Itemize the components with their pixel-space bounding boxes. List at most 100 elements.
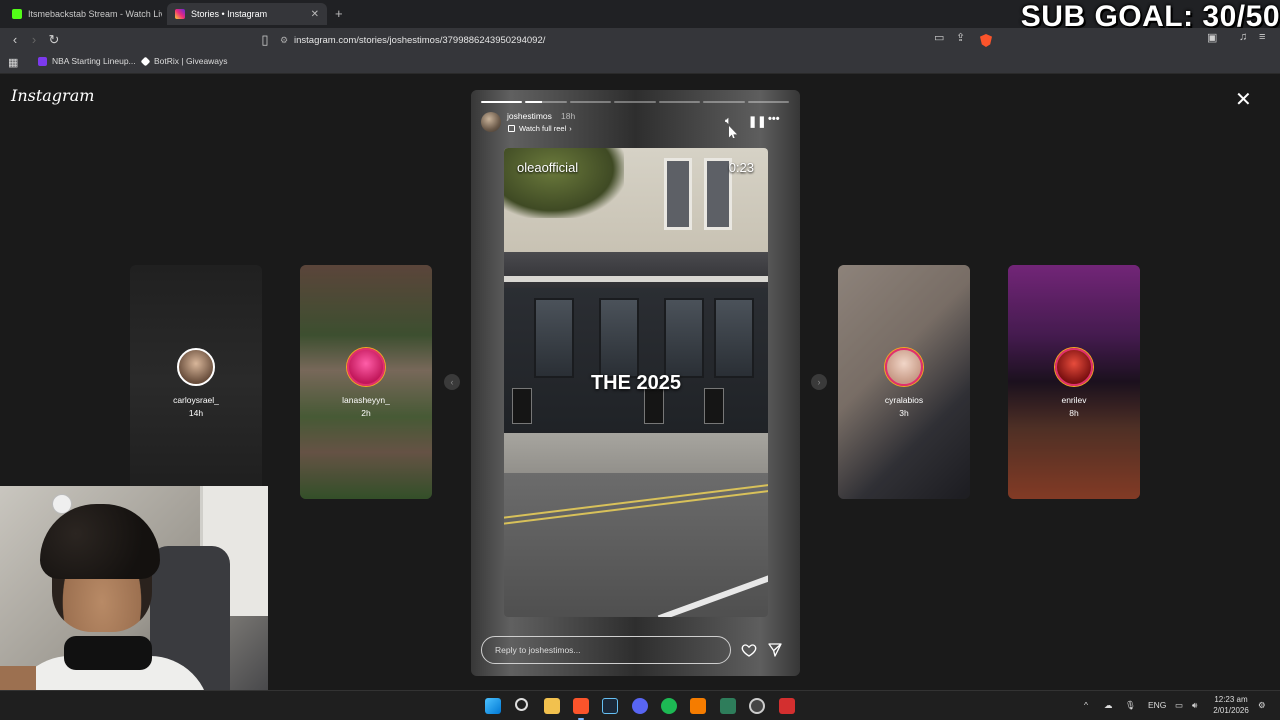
story-video[interactable]: oleaofficial 0:23 THE 2025	[504, 148, 768, 617]
back-icon[interactable]: ‹	[6, 31, 24, 49]
site-info-icon[interactable]: ⚙	[280, 35, 294, 46]
steam-icon[interactable]	[602, 698, 618, 714]
obs-icon[interactable]	[749, 698, 765, 714]
story-preview-lanasheyyn[interactable]: lanasheyyn_ 2h	[300, 265, 432, 499]
microphone	[64, 636, 152, 670]
streamer-hair	[40, 504, 160, 579]
story-time: 8h	[1069, 408, 1079, 418]
search-icon[interactable]	[515, 698, 528, 711]
tree-foliage	[504, 148, 624, 218]
progress-segment	[747, 101, 789, 103]
story-username: enrilev	[1061, 395, 1087, 405]
progress-segment	[703, 101, 745, 103]
chevron-right-icon: ›	[569, 124, 572, 133]
media-icon[interactable]: ♫	[1239, 31, 1247, 49]
send-icon[interactable]	[767, 642, 783, 658]
progress-segment	[569, 101, 612, 103]
nba-favicon-icon	[38, 56, 47, 66]
tab-close-icon[interactable]: ✕	[311, 9, 319, 20]
tab-instagram-stories[interactable]: Stories • Instagram ✕	[167, 3, 327, 25]
streamer-webcam	[0, 486, 268, 720]
forward-icon[interactable]: ›	[25, 31, 43, 49]
shop-window	[664, 298, 704, 378]
cast-icon[interactable]: ▭	[934, 31, 944, 49]
video-caption: THE 2025	[590, 372, 682, 394]
orange-app-icon[interactable]	[690, 698, 706, 714]
clock-date: 2/01/2026	[1213, 706, 1249, 715]
botrix-favicon-icon	[140, 56, 151, 66]
network-icon[interactable]: ▭	[1175, 700, 1183, 711]
previous-story-button[interactable]: ‹	[444, 374, 460, 390]
story-username: carloysrael_	[173, 395, 219, 405]
bookmark-botrix-giveaways[interactable]: BotRix | Giveaways	[140, 56, 228, 66]
shop-window	[599, 298, 639, 378]
avatar	[347, 348, 385, 386]
story-progress-bar	[481, 101, 789, 103]
story-username: cyralabios	[884, 395, 924, 405]
bookmark-nba-lineup[interactable]: NBA Starting Lineup...	[38, 56, 136, 66]
close-stories-icon[interactable]: ✕	[1235, 90, 1252, 110]
red-app-icon[interactable]	[779, 698, 795, 714]
url-text: instagram.com/stories/joshestimos/379988…	[294, 34, 546, 46]
reload-icon[interactable]: ↻	[45, 31, 63, 49]
tab-itsmebackstab-stream[interactable]: Itsmebackstab Stream - Watch Live o	[4, 3, 162, 25]
story-time: 14h	[188, 408, 204, 418]
video-brand-label: oleaofficial	[517, 160, 579, 175]
browser-toolbar: ‹ › ↻ ▯ ⚙ instagram.com/stories/joshesti…	[0, 28, 1280, 52]
bookmarks-bar: ▦ NBA Starting Lineup... BotRix | Giveaw…	[0, 52, 1280, 74]
avatar	[177, 348, 215, 386]
tab-title: Itsmebackstab Stream - Watch Live o	[28, 9, 162, 19]
progress-segment	[525, 101, 567, 103]
shop-window	[714, 298, 754, 378]
watch-full-reel-label: Watch full reel	[519, 124, 567, 133]
new-tab-button[interactable]: +	[335, 6, 343, 21]
progress-segment	[614, 101, 656, 103]
story-avatar[interactable]	[481, 112, 501, 132]
progress-segment	[658, 101, 701, 103]
story-preview-enrilev[interactable]: enrilev 8h	[1008, 265, 1140, 499]
clock-time: 12:23 am	[1214, 695, 1248, 704]
story-preview-carloysrael[interactable]: carloysrael_ 14h	[130, 265, 262, 499]
language-indicator[interactable]: ENG	[1148, 700, 1166, 710]
address-bar[interactable]: ⚙ instagram.com/stories/joshestimos/3799…	[280, 31, 1000, 49]
active-story[interactable]: joshestimos 18h Watch full reel › 🔈︎ ❚❚ …	[471, 90, 800, 676]
taskbar-clock[interactable]: 12:23 am 2/01/2026	[1208, 694, 1254, 716]
pause-icon[interactable]: ❚❚	[748, 115, 766, 128]
tray-chevron-icon[interactable]: ^	[1084, 700, 1088, 710]
screen: Itsmebackstab Stream - Watch Live o Stor…	[0, 0, 1280, 720]
bookmark-label: BotRix | Giveaways	[154, 56, 228, 66]
reply-input[interactable]: Reply to joshestimos...	[481, 636, 731, 664]
tab-title: Stories • Instagram	[191, 9, 268, 19]
instagram-logo[interactable]: Instagram	[11, 86, 94, 105]
menu-icon[interactable]: ≡	[1259, 31, 1265, 49]
sound-icon[interactable]: 🔈︎	[725, 115, 732, 128]
green-app-icon[interactable]	[720, 698, 736, 714]
onedrive-icon[interactable]: ☁	[1104, 700, 1113, 711]
sidebar-icon[interactable]: ▣	[1207, 31, 1217, 49]
story-username[interactable]: joshestimos	[507, 111, 552, 121]
spotify-icon[interactable]	[661, 698, 677, 714]
brave-browser-icon[interactable]	[573, 698, 589, 714]
share-icon[interactable]: ⇪	[956, 31, 965, 49]
kick-favicon-icon	[12, 9, 22, 19]
file-explorer-icon[interactable]	[544, 698, 560, 714]
windows-start-icon[interactable]	[485, 698, 501, 714]
volume-icon[interactable]: 🔊︎	[1192, 700, 1197, 711]
windows-taskbar: ^ ☁ 🎙︎ ENG ▭ 🔊︎ 12:23 am 2/01/2026 ⚙	[0, 690, 1280, 720]
apps-grid-icon[interactable]: ▦	[8, 56, 18, 69]
more-icon[interactable]: •••	[768, 113, 780, 125]
watch-full-reel-link[interactable]: Watch full reel ›	[508, 124, 572, 133]
story-time: 2h	[361, 408, 371, 418]
story-preview-cyralabios[interactable]: cyralabios 3h	[838, 265, 970, 499]
story-time: 18h	[561, 111, 576, 121]
discord-icon[interactable]	[632, 698, 648, 714]
notification-icon[interactable]: ⚙	[1258, 700, 1266, 711]
building-window	[664, 158, 692, 230]
microphone-icon[interactable]: 🎙︎	[1125, 700, 1136, 711]
progress-segment	[481, 101, 523, 103]
heart-icon[interactable]	[741, 642, 757, 658]
shop-awning	[504, 252, 768, 292]
avatar	[1055, 348, 1093, 386]
next-story-button[interactable]: ›	[811, 374, 827, 390]
bookmark-icon[interactable]: ▯	[256, 31, 274, 49]
